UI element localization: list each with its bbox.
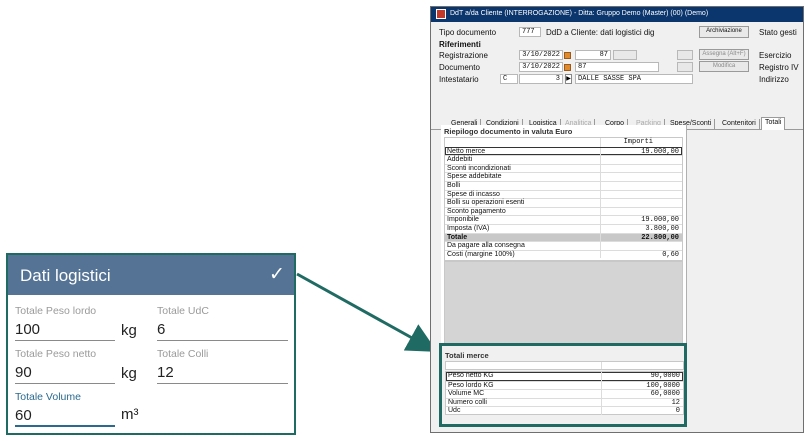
intestatario-type-field[interactable]: C (500, 74, 518, 84)
riferimenti-heading: Riferimenti (439, 40, 481, 49)
intestatario-name-field[interactable]: DALLE SASSE SPA (575, 74, 693, 84)
registrazione-label: Registrazione (439, 51, 488, 60)
table-row[interactable]: Peso lordo KG 100,0000 (446, 380, 683, 390)
table-row[interactable]: Addebiti (445, 155, 682, 164)
documento-date-field[interactable]: 3/10/2022 (519, 62, 563, 72)
tab-totali[interactable]: Totali (761, 117, 786, 130)
table-row[interactable]: Peso netto KG 90,0000 (446, 372, 683, 381)
modifica-button[interactable]: Modifica (699, 61, 749, 72)
tab-contenitori[interactable]: Contenitori (719, 119, 760, 130)
totali-merce-table: Peso netto KG 90,0000 Peso lordo KG 100,00… (445, 371, 684, 415)
calendar-icon[interactable] (564, 64, 571, 71)
play-icon[interactable]: ▶ (565, 74, 572, 84)
table-row[interactable]: Udc 0 (446, 406, 683, 415)
tipo-label: Tipo documento (439, 28, 497, 37)
documento-extra-field[interactable] (677, 62, 693, 72)
documento-number-field[interactable]: 87 (575, 62, 659, 72)
esercizio-label: Esercizio (759, 51, 792, 60)
table-row[interactable]: Da pagare alla consegna (445, 241, 682, 250)
table-row[interactable]: Sconto pagamento (445, 206, 682, 216)
window-title: DdT a/da Cliente (INTERROGAZIONE) - Ditt… (450, 10, 709, 17)
table-row[interactable]: Imposta (IVA) 3.800,00 (445, 224, 682, 233)
registrazione-date-field[interactable]: 3/10/2022 (519, 50, 563, 60)
totali-merce-title: Totali merce (445, 351, 489, 360)
registrazione-suffix-field[interactable] (613, 50, 637, 60)
table-header-row: Importi (445, 138, 682, 147)
table-row[interactable]: Costi (margine 100%) 0,60 (445, 249, 682, 259)
table-row[interactable]: Bolli su operazioni esenti (445, 198, 682, 207)
registro-label: Registro IV (759, 63, 799, 72)
app-icon (436, 9, 446, 19)
riepilogo-table: Importi Netto merce 19.000,00 Addebiti Sc… (444, 137, 683, 261)
table-row[interactable]: Spese di incasso (445, 189, 682, 199)
table-row[interactable]: Bolli (445, 181, 682, 190)
riepilogo-empty-area (444, 261, 683, 344)
riepilogo-title: Riepilogo documento in valuta Euro (444, 127, 573, 136)
table-row[interactable]: Numero colli 12 (446, 397, 683, 407)
table-row[interactable]: Imponibile 19.000,00 (445, 215, 682, 224)
table-row[interactable]: Spese addebitate (445, 172, 682, 181)
tipo-description: DdD a Cliente: dati logistici dig (546, 28, 655, 37)
documento-label: Documento (439, 63, 480, 72)
indirizzo-label: Indirizzo (759, 75, 789, 84)
registrazione-number-field[interactable]: 87 (575, 50, 611, 60)
totali-merce-panel: Totali merce Peso netto KG 90,0000 Peso l… (439, 343, 687, 427)
window-titlebar: DdT a/da Cliente (INTERROGAZIONE) - Ditt… (431, 7, 803, 22)
table-row[interactable]: Sconti incondizionati (445, 163, 682, 173)
archiviazione-button[interactable]: Archiviazione (699, 26, 749, 38)
totali-header-row (445, 361, 684, 370)
registrazione-extra-field[interactable] (677, 50, 693, 60)
importi-header: Importi (623, 138, 653, 146)
assegna-button[interactable]: Assegna (Alt+F) (699, 49, 749, 60)
stato-label: Stato gesti (759, 28, 797, 37)
table-row[interactable]: Netto merce 19.000,00 (445, 146, 682, 156)
table-row-total[interactable]: Totale 22.800,00 (445, 232, 682, 242)
tipo-code-field[interactable]: 777 (519, 27, 541, 37)
calendar-icon[interactable] (564, 52, 571, 59)
table-row[interactable]: Volume MC 60,0000 (446, 389, 683, 398)
intestatario-label: Intestatario (439, 75, 479, 84)
intestatario-code-field[interactable]: 3 (519, 74, 563, 84)
